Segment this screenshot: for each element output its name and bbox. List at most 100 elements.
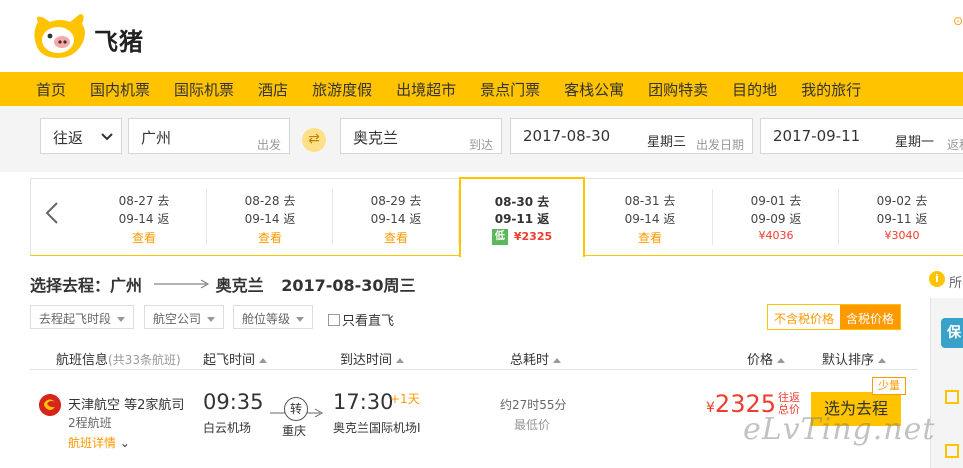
flight-legs: 2程航班 bbox=[68, 416, 112, 430]
nav-item[interactable]: 目的地 bbox=[732, 79, 777, 100]
date-strip: 08-27 去 09-14 返查看 08-28 去 09-14 返查看 08-29 去0… bbox=[30, 177, 963, 257]
nav-item[interactable]: 酒店 bbox=[258, 79, 288, 100]
col-arr-time-label: 到达时间 bbox=[340, 353, 393, 368]
nav-item[interactable]: 旅游度假 bbox=[312, 79, 372, 100]
nav-item[interactable]: 团购特卖 bbox=[648, 79, 708, 100]
return-week: 星期一 bbox=[895, 135, 935, 150]
nav-item[interactable]: 国际机票 bbox=[174, 79, 234, 100]
route-to: 奥克兰 bbox=[215, 276, 264, 295]
caret-down-icon bbox=[207, 317, 216, 322]
nav-item[interactable]: 出境超市 bbox=[396, 79, 456, 100]
col-duration-label: 总耗时 bbox=[510, 353, 550, 368]
depart-hint: 出发日期 bbox=[695, 138, 744, 152]
date-go: 09-02 去 bbox=[876, 194, 928, 208]
logo[interactable]: 飞猪 bbox=[30, 10, 160, 62]
arrow-right-icon bbox=[153, 279, 209, 289]
col-flight-info-label: 航班信息 bbox=[56, 353, 109, 368]
return-date-input[interactable]: 2017-09-11 星期一 返程 bbox=[760, 118, 963, 154]
depart-date-input[interactable]: 2017-08-30 星期三 出发日期 bbox=[510, 118, 753, 154]
date-option[interactable]: 08-28 去 09-14 返查看 bbox=[207, 179, 333, 255]
date-option[interactable]: 09-01 去 09-09 返 ¥4036 bbox=[713, 179, 839, 255]
sort-up-icon bbox=[777, 358, 786, 363]
brand-name: 飞猪 bbox=[94, 28, 144, 56]
direct-only-checkbox[interactable]: 只看直飞 bbox=[328, 310, 394, 329]
trip-type-select[interactable]: 往返 bbox=[40, 118, 122, 154]
sort-up-icon bbox=[878, 358, 887, 363]
flight-details-label: 航班详情 bbox=[68, 436, 117, 450]
flight-details-link[interactable]: 航班详情 ⌄ bbox=[68, 434, 130, 451]
dep-airport: 白云机场 bbox=[203, 421, 252, 435]
depart-date-value: 2017-08-30 bbox=[523, 127, 611, 145]
date-view-link: 查看 bbox=[131, 231, 156, 245]
date-option[interactable]: 08-30 去 09-11 返低 ¥2325 bbox=[459, 177, 585, 257]
swap-cities-icon[interactable]: ⇄ bbox=[302, 128, 326, 152]
date-go: 08-31 去 bbox=[624, 194, 676, 208]
route-label: 选择去程： bbox=[30, 276, 111, 295]
date-view-link: 查看 bbox=[637, 231, 662, 245]
date-option[interactable]: 09-02 去 09-11 返 ¥3040 bbox=[839, 179, 963, 255]
results-table-header: 航班信息(共33条航班) 起飞时间 到达时间 总耗时 价格 默认排序 bbox=[30, 344, 918, 370]
chevron-left-icon[interactable] bbox=[45, 201, 59, 231]
airline-filter[interactable]: 航空公司 bbox=[144, 305, 225, 329]
date-view-link: 查看 bbox=[383, 231, 408, 245]
date-back: 09-09 返 bbox=[750, 212, 802, 226]
tax-included-option[interactable]: 含税价格 bbox=[840, 305, 901, 329]
date-view-link: 查看 bbox=[257, 231, 282, 245]
airline-logo-icon bbox=[39, 394, 61, 416]
date-option[interactable]: 08-29 去 09-14 返查看 bbox=[333, 179, 459, 255]
date-price: 低 ¥2325 bbox=[461, 229, 583, 245]
dep-time-filter[interactable]: 去程起飞时段 bbox=[30, 305, 135, 329]
nav-item[interactable]: 我的旅行 bbox=[801, 79, 861, 100]
date-back: 09-14 返 bbox=[624, 212, 676, 226]
date-go: 08-27 去 bbox=[118, 194, 170, 208]
duration: 约27时55分 bbox=[500, 398, 567, 412]
arr-next-day: +1天 bbox=[390, 392, 420, 406]
cabin-filter[interactable]: 舱位等级 bbox=[233, 305, 314, 329]
currency: ¥ bbox=[706, 400, 715, 416]
date-go: 09-01 去 bbox=[750, 194, 802, 208]
nav-item[interactable]: 景点门票 bbox=[480, 79, 540, 100]
insurance-icon[interactable]: 保 bbox=[941, 318, 963, 348]
check-icon[interactable] bbox=[945, 444, 959, 458]
info-icon: i bbox=[929, 271, 945, 287]
from-hint: 出发 bbox=[256, 138, 281, 152]
header-menu-icon[interactable]: ⊙ bbox=[953, 14, 963, 28]
col-price[interactable]: 价格 bbox=[747, 349, 786, 368]
to-hint: 到达 bbox=[468, 138, 493, 152]
to-city-input[interactable]: 奥克兰 到达 bbox=[340, 118, 502, 154]
to-city-value: 奥克兰 bbox=[353, 129, 399, 147]
cabin-filter-label: 舱位等级 bbox=[242, 312, 291, 326]
site-header: 飞猪 ⊙ bbox=[0, 0, 963, 72]
date-price: ¥3040 bbox=[839, 229, 963, 242]
check-icon[interactable] bbox=[945, 390, 959, 404]
date-option[interactable]: 08-27 去 09-14 返查看 bbox=[81, 179, 207, 255]
nav-item[interactable]: 国内机票 bbox=[90, 79, 150, 100]
nav-item[interactable]: 首页 bbox=[36, 79, 66, 100]
transfer-city: 重庆 bbox=[282, 424, 307, 438]
col-duration[interactable]: 总耗时 bbox=[510, 349, 562, 368]
date-back: 09-11 返 bbox=[876, 212, 928, 226]
pig-logo-icon bbox=[34, 14, 85, 58]
dep-time-filter-label: 去程起飞时段 bbox=[39, 312, 112, 326]
trip-type-value: 往返 bbox=[53, 129, 84, 147]
tax-excluded-option[interactable]: 不含税价格 bbox=[768, 305, 841, 329]
nav-item[interactable]: 客栈公寓 bbox=[564, 79, 624, 100]
date-back: 09-14 返 bbox=[370, 212, 422, 226]
date-back: 09-14 返 bbox=[244, 212, 296, 226]
date-go: 08-30 去 bbox=[494, 195, 550, 209]
transfer-icon: 转 bbox=[284, 397, 308, 421]
lowest-price-tag: 最低价 bbox=[514, 418, 551, 432]
return-date-value: 2017-09-11 bbox=[773, 127, 861, 145]
return-hint: 返程 bbox=[947, 138, 963, 152]
col-sort[interactable]: 默认排序 bbox=[822, 349, 887, 368]
col-dep-time[interactable]: 起飞时间 bbox=[203, 349, 268, 368]
few-seats-badge: 少量 bbox=[872, 377, 906, 395]
date-option[interactable]: 08-31 去 09-14 返查看 bbox=[587, 179, 713, 255]
route-title: 选择去程：广州 奥克兰 2017-08-30周三 bbox=[30, 272, 416, 296]
arr-airport: 奥克兰国际机场I bbox=[333, 421, 421, 435]
col-arr-time[interactable]: 到达时间 bbox=[340, 349, 405, 368]
from-city-input[interactable]: 广州 出发 bbox=[128, 118, 290, 154]
tax-toggle: 不含税价格 含税价格 bbox=[767, 304, 902, 330]
sort-up-icon bbox=[553, 358, 562, 363]
checkbox-icon[interactable] bbox=[328, 314, 340, 326]
